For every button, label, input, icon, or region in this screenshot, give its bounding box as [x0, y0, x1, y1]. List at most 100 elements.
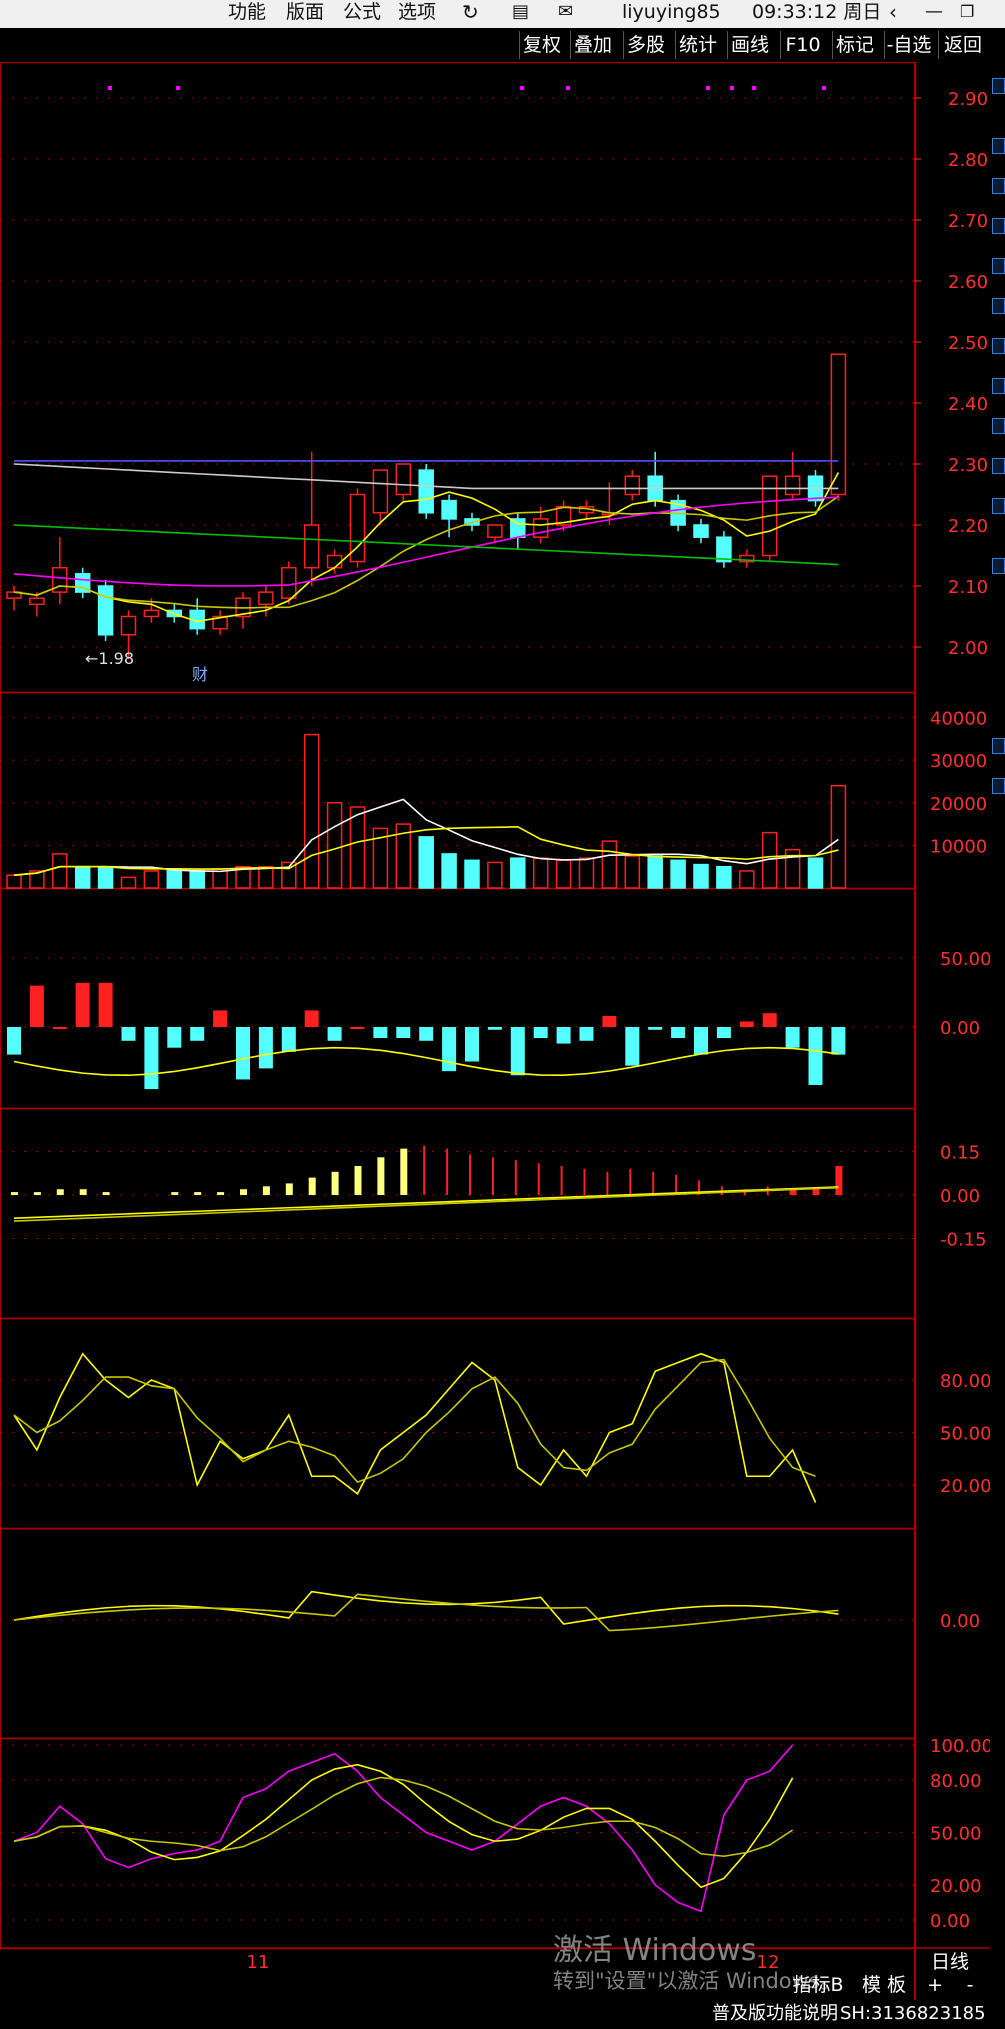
ama-line — [13, 1186, 839, 1222]
dma-bar — [469, 1154, 471, 1195]
kdj-axis-label: 50.00 — [940, 1424, 990, 1445]
rsi-axis-label: 80.00 — [930, 1771, 982, 1792]
kline-chart[interactable]: 2.90 2.80 2.70 2.60 2.50 2.40 2.30 2.20 2.10 2.00… — [0, 62, 990, 2000]
dma-bar — [102, 1192, 110, 1195]
mark-button[interactable]: 标记 — [832, 31, 877, 59]
macd-bar — [648, 1027, 663, 1030]
candle — [120, 615, 137, 636]
sidebar-tool-icon[interactable] — [992, 738, 1005, 754]
sidebar-tool-icon[interactable] — [992, 258, 1005, 274]
dma-bar — [606, 1171, 609, 1195]
restore-icon[interactable]: ❐ — [960, 0, 974, 24]
sidebar-tool-icon[interactable] — [992, 338, 1005, 354]
minimize-icon[interactable]: — — [925, 0, 943, 24]
macd-bar — [396, 1027, 411, 1039]
macd-bar — [213, 1010, 228, 1027]
macd-bar — [716, 1027, 731, 1039]
remove-favorite-button[interactable]: -自选 — [884, 31, 933, 59]
price-axis-label: 2.10 — [948, 577, 988, 598]
back-arrow-icon[interactable]: ‹ — [889, 0, 897, 24]
price-axis-label: 2.80 — [948, 150, 988, 171]
return-button[interactable]: 返回 — [938, 31, 987, 59]
dma-axis-label: 0.15 — [940, 1143, 980, 1164]
dma-bar — [652, 1171, 655, 1195]
rsi-fast-line — [13, 1744, 794, 1913]
template-button[interactable]: 模 板 — [856, 1971, 912, 1999]
volume-bar — [349, 806, 366, 889]
menu-formula[interactable]: 公式 — [343, 0, 381, 24]
dma-bar — [629, 1168, 632, 1195]
kdj-d-line — [13, 1358, 816, 1484]
macd-bar — [121, 1027, 136, 1041]
event-dot — [108, 86, 112, 90]
sidebar-tool-icon[interactable] — [992, 498, 1005, 514]
sidebar-tool-icon[interactable] — [992, 138, 1005, 154]
zoom-out-button[interactable]: - — [955, 1971, 985, 1999]
candle — [97, 585, 114, 636]
candle — [143, 609, 160, 618]
status-bar: 普及版功能说明 SH:3136823185 — [0, 2000, 1005, 2029]
indicator-b-button[interactable]: 指标B — [790, 1971, 846, 1999]
dma-bar — [491, 1157, 494, 1195]
adjust-button[interactable]: 复权 — [519, 31, 564, 59]
candle — [281, 566, 297, 599]
menu-layout[interactable]: 版面 — [286, 0, 324, 24]
dma-bar — [400, 1148, 408, 1195]
macd-bar — [808, 1027, 823, 1085]
macd-bar — [579, 1027, 594, 1041]
refresh-icon[interactable]: ↻ — [462, 0, 479, 24]
dma-bar — [33, 1192, 41, 1195]
statistics-button[interactable]: 统计 — [675, 31, 720, 59]
menu-function[interactable]: 功能 — [228, 0, 266, 24]
volume-bar — [670, 859, 686, 889]
dma-bar — [308, 1177, 316, 1195]
sidebar-tool-icon[interactable] — [992, 418, 1005, 434]
event-dot — [752, 86, 756, 90]
macd-bar — [625, 1027, 640, 1066]
draw-line-button[interactable]: 画线 — [727, 31, 772, 59]
sidebar-tool-icon[interactable] — [992, 178, 1005, 194]
macd-bar — [167, 1027, 182, 1048]
sidebar-tool-icon[interactable] — [992, 218, 1005, 234]
volume-bar — [716, 865, 732, 889]
macd-bar — [29, 985, 44, 1027]
macd-bar — [556, 1027, 571, 1044]
macd-bar — [98, 982, 113, 1027]
calculator-icon[interactable]: ▤ — [512, 0, 529, 24]
price-axis-label: 2.20 — [948, 516, 988, 537]
dma-bar — [285, 1183, 293, 1195]
sidebar-tool-icon[interactable] — [992, 778, 1005, 794]
clock: 09:33:12 周日 — [752, 1, 882, 23]
overlay-button[interactable]: 叠加 — [570, 31, 615, 59]
dma-bar — [262, 1186, 270, 1195]
multi-stock-button[interactable]: 多股 — [623, 31, 668, 59]
sidebar-tool-icon[interactable] — [992, 378, 1005, 394]
f10-button[interactable]: F10 — [780, 31, 825, 59]
sidebar-tool-icon[interactable] — [992, 458, 1005, 474]
help-link[interactable]: 普及版功能说明 — [712, 2001, 838, 2027]
mail-icon[interactable]: ✉ — [558, 0, 573, 24]
macd-bar — [419, 1027, 434, 1041]
macd-axis-label: 0.00 — [940, 1018, 980, 1039]
sidebar-tool-icon[interactable] — [992, 558, 1005, 574]
menu-options[interactable]: 选项 — [398, 0, 436, 24]
zoom-in-button[interactable]: + — [920, 1971, 950, 1999]
trix-line — [13, 1590, 839, 1625]
candle — [418, 469, 434, 514]
price-axis-label: 2.50 — [948, 333, 988, 354]
volume-bar — [258, 865, 274, 889]
sidebar-tool-icon[interactable] — [992, 78, 1005, 94]
dma-bar — [812, 1189, 820, 1195]
macd-bar — [533, 1027, 548, 1039]
volume-bar — [418, 836, 434, 889]
macd-bar — [465, 1027, 479, 1062]
event-dot — [706, 86, 710, 90]
sidebar-tool-icon[interactable] — [992, 298, 1005, 314]
volume-bar — [487, 861, 503, 889]
volume-bar — [326, 802, 343, 889]
macd-bar — [190, 1027, 205, 1041]
watermark-title: 激活 Windows — [553, 1933, 757, 1968]
candle — [784, 475, 801, 496]
ma60-line — [13, 524, 839, 566]
title-bar: 功能 版面 公式 选项 ↻ ▤ ✉ liyuying85 09:33:12 周日… — [0, 0, 1005, 28]
